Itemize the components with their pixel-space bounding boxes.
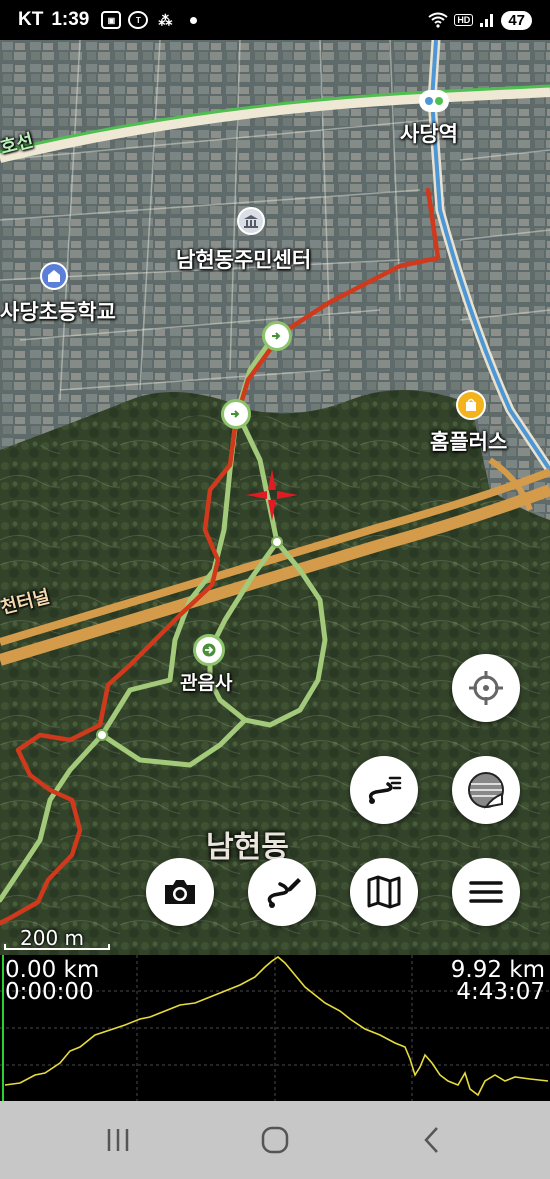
scale-bar <box>4 944 110 950</box>
school-label: 사당초등학교 <box>0 300 116 324</box>
building-icon[interactable] <box>237 207 265 235</box>
map-scale: 200 m <box>2 926 114 950</box>
wifi-icon <box>428 12 448 28</box>
recent-apps-icon <box>108 1129 129 1151</box>
notification-dot <box>190 16 198 24</box>
school-icon[interactable] <box>40 262 68 290</box>
map-view[interactable]: 사당역 남현동주민센터 사당초등학교 홈플러스 관음사 남현동 천터널 호선 2… <box>0 40 550 955</box>
hd-icon: HD <box>454 14 474 26</box>
menu-button[interactable] <box>452 858 520 926</box>
clock: 1:39 <box>51 9 90 30</box>
talk-icon: T <box>128 11 149 29</box>
route-list-button[interactable] <box>350 756 418 824</box>
route-list-icon <box>368 776 402 804</box>
elevation-profile[interactable]: 0.00 km 0:00:00 9.92 km 4:43:07 <box>0 955 550 1101</box>
station-label: 사당역 <box>400 122 458 146</box>
signal-icon <box>480 14 494 27</box>
start-time: 0:00:00 <box>5 979 94 1005</box>
map-button[interactable] <box>350 858 418 926</box>
system-icons: HD 47 <box>428 10 532 30</box>
temple-icon[interactable] <box>193 634 225 666</box>
locate-button[interactable] <box>452 654 520 722</box>
route-edit-button[interactable] <box>248 858 316 926</box>
system-nav-bar <box>0 1101 550 1179</box>
subway-station-icon[interactable] <box>419 90 449 112</box>
camera-button[interactable] <box>146 858 214 926</box>
shopping-icon[interactable] <box>456 390 486 420</box>
app-icon: ⁂ <box>158 11 173 28</box>
home-button[interactable] <box>245 1115 305 1165</box>
screenshot-icon: ▣ <box>101 11 122 29</box>
temple-label: 관음사 <box>180 672 233 694</box>
camera-icon <box>165 880 195 904</box>
locate-icon <box>469 671 503 705</box>
community-center-label: 남현동주민센터 <box>176 248 312 272</box>
layer-icon <box>468 772 504 809</box>
back-icon <box>423 1127 438 1153</box>
map-layer-button[interactable] <box>452 756 520 824</box>
status-bar: KT 1:39 ▣ T ⁂ HD 47 <box>0 0 550 40</box>
trail-marker-icon[interactable] <box>262 321 292 351</box>
homeplus-label: 홈플러스 <box>430 430 508 454</box>
trail-marker-icon[interactable] <box>221 399 251 429</box>
map-icon <box>367 875 401 909</box>
screen: KT 1:39 ▣ T ⁂ HD 47 사당역 남현동주민센터 사당초등학교 홈… <box>0 0 550 1179</box>
notification-icons: ▣ T ⁂ <box>101 11 198 29</box>
end-time: 4:43:07 <box>456 979 545 1005</box>
recent-apps-button[interactable] <box>88 1115 148 1165</box>
home-icon <box>261 1126 289 1154</box>
back-button[interactable] <box>402 1115 462 1165</box>
menu-icon <box>469 881 503 903</box>
battery-indicator: 47 <box>501 10 532 30</box>
carrier-label: KT <box>18 9 44 30</box>
route-edit-icon <box>267 878 301 908</box>
